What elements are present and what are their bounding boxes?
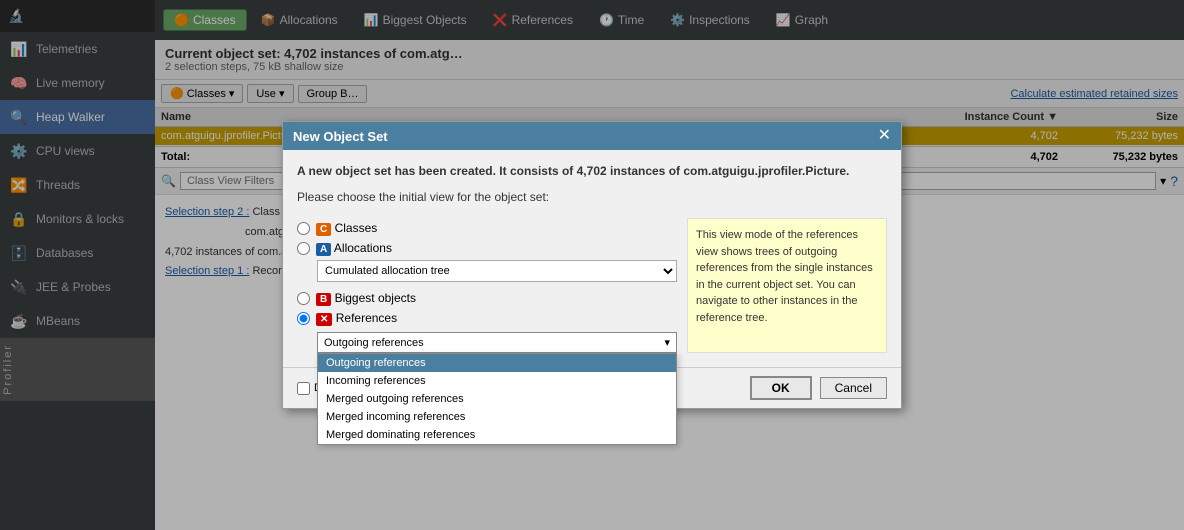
option-biggest-objects[interactable]: B Biggest objects bbox=[297, 288, 677, 308]
dialog-subtitle: Please choose the initial view for the o… bbox=[297, 190, 887, 204]
option-references-label: References bbox=[336, 311, 397, 325]
dropdown-item-merged-outgoing[interactable]: Merged outgoing references bbox=[318, 390, 676, 408]
option-allocations-label: Allocations bbox=[334, 241, 392, 255]
dropdown-item-outgoing[interactable]: Outgoing references bbox=[318, 354, 676, 372]
dialog-titlebar: New Object Set ✕ bbox=[283, 122, 901, 150]
do-not-show-checkbox[interactable] bbox=[297, 382, 310, 395]
dialog-body: A new object set has been created. It co… bbox=[283, 150, 901, 367]
label-references: ✕ References bbox=[316, 311, 397, 325]
dropdown-item-merged-dominating[interactable]: Merged dominating references bbox=[318, 426, 676, 444]
allocations-badge: A bbox=[316, 243, 331, 256]
dialog-options: C Classes A Allocations bbox=[297, 218, 887, 353]
radio-biggest-objects[interactable] bbox=[297, 292, 310, 305]
allocations-suboption-select[interactable]: Cumulated allocation tree bbox=[317, 260, 677, 282]
dialog-tooltip-text: This view mode of the references view sh… bbox=[696, 229, 873, 324]
allocations-suboption: Cumulated allocation tree bbox=[317, 260, 677, 282]
cancel-button[interactable]: Cancel bbox=[820, 377, 887, 399]
label-biggest-objects: B Biggest objects bbox=[316, 291, 416, 305]
radio-references[interactable] bbox=[297, 312, 310, 325]
classes-badge: C bbox=[316, 223, 331, 236]
dialog-close-button[interactable]: ✕ bbox=[878, 128, 891, 144]
dropdown-trigger[interactable]: Outgoing references ▾ bbox=[317, 332, 677, 353]
dropdown-arrow-icon: ▾ bbox=[664, 336, 670, 349]
dialog-title: New Object Set bbox=[293, 129, 388, 144]
dialog-overlay: New Object Set ✕ A new object set has be… bbox=[0, 0, 1184, 530]
dialog-tooltip-panel: This view mode of the references view sh… bbox=[687, 218, 887, 353]
radio-classes[interactable] bbox=[297, 222, 310, 235]
dropdown-list: Outgoing references Incoming references … bbox=[317, 353, 677, 445]
references-badge: ✕ bbox=[316, 313, 332, 326]
label-classes: C Classes bbox=[316, 221, 377, 235]
dialog-created-message: A new object set has been created. It co… bbox=[297, 164, 887, 178]
references-dropdown[interactable]: Outgoing references ▾ Outgoing reference… bbox=[317, 332, 677, 353]
option-allocations[interactable]: A Allocations bbox=[297, 238, 677, 258]
new-object-set-dialog: New Object Set ✕ A new object set has be… bbox=[282, 121, 902, 409]
dialog-left-panel: C Classes A Allocations bbox=[297, 218, 677, 353]
radio-allocations[interactable] bbox=[297, 242, 310, 255]
label-allocations: A Allocations bbox=[316, 241, 392, 255]
dropdown-item-incoming[interactable]: Incoming references bbox=[318, 372, 676, 390]
option-classes-label: Classes bbox=[335, 221, 378, 235]
option-classes[interactable]: C Classes bbox=[297, 218, 677, 238]
references-dropdown-container: Outgoing references ▾ Outgoing reference… bbox=[317, 332, 677, 353]
option-biggest-objects-label: Biggest objects bbox=[335, 291, 416, 305]
ok-button[interactable]: OK bbox=[750, 376, 812, 400]
dropdown-item-merged-incoming[interactable]: Merged incoming references bbox=[318, 408, 676, 426]
dropdown-selected-value: Outgoing references bbox=[324, 337, 424, 349]
biggest-badge: B bbox=[316, 293, 331, 306]
option-references[interactable]: ✕ References bbox=[297, 308, 677, 328]
